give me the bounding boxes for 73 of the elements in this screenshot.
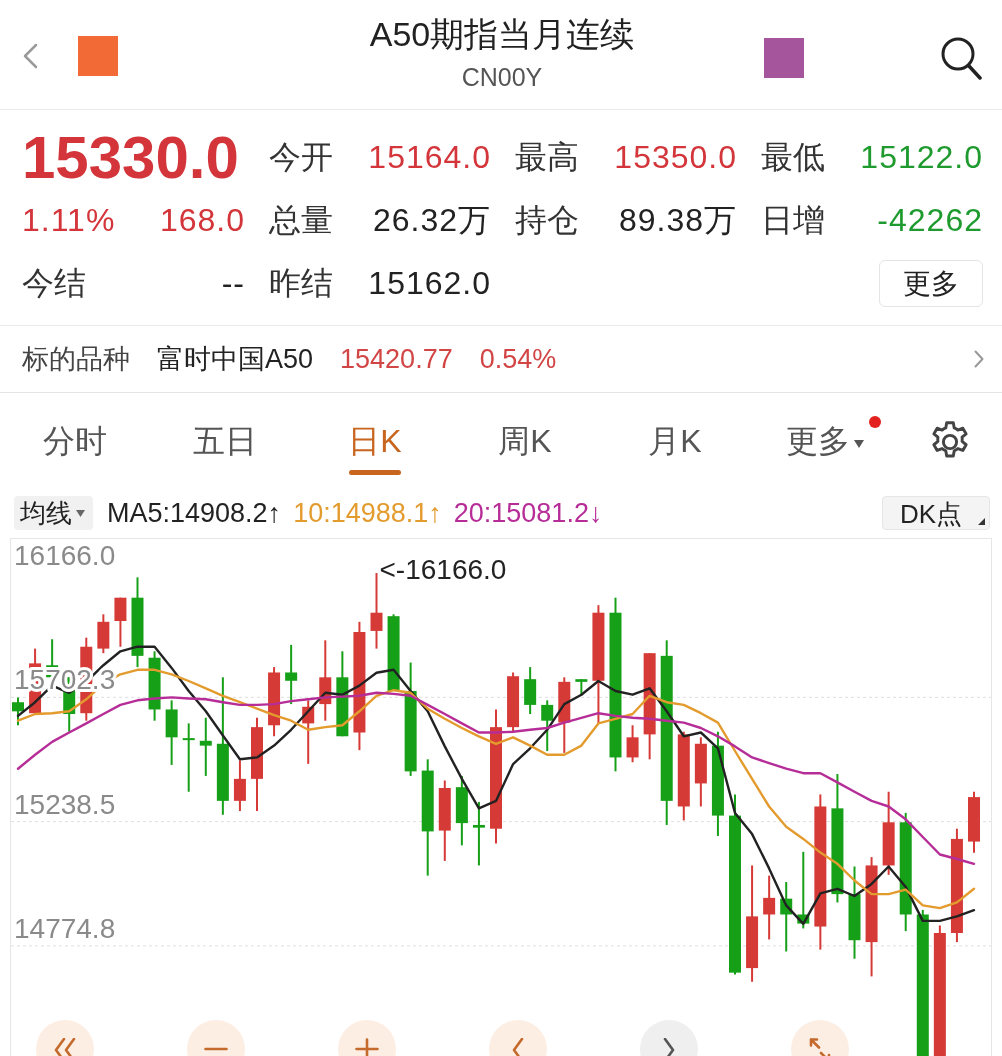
underlying-name: 富时中国A50	[157, 343, 314, 376]
candlestick	[780, 881, 793, 953]
candlestick	[575, 678, 588, 697]
stat-label: 持仓	[515, 200, 579, 240]
candlestick	[541, 699, 554, 752]
axis-label: 14774.8	[14, 912, 116, 944]
back-icon[interactable]	[22, 43, 38, 69]
period-tab[interactable]: 更多	[750, 393, 900, 490]
dk-button[interactable]: DK点	[882, 496, 990, 530]
underlying-price: 15420.77	[340, 343, 453, 375]
moving-average-legend: 20:15081.2↓	[453, 497, 603, 529]
stat-value: --	[221, 265, 245, 302]
minus-icon	[204, 1047, 228, 1051]
contract-code: CN00Y	[461, 62, 543, 92]
indicator-selector[interactable]: 均线	[14, 496, 93, 530]
candlestick	[233, 759, 246, 813]
period-tab[interactable]: 周K	[450, 393, 600, 490]
candlestick	[302, 699, 315, 765]
square-icon	[78, 36, 118, 76]
stat-label: 今开	[269, 137, 333, 177]
period-tab[interactable]: 五日	[150, 393, 300, 490]
candlestick	[97, 613, 110, 655]
axis-label: 15238.5	[14, 788, 116, 820]
more-button[interactable]: 更多	[879, 260, 983, 307]
candlestick	[285, 643, 298, 706]
candlestick	[763, 874, 776, 941]
stat-value: 89.38万	[618, 200, 737, 240]
search-icon[interactable]	[940, 36, 982, 80]
moving-average-legend: 10:14988.1↑	[293, 497, 442, 529]
change-percent: 1.11%	[22, 202, 116, 239]
candlestick	[12, 696, 24, 727]
stat-label: 昨结	[269, 263, 333, 303]
stat-value: 15350.0	[614, 139, 737, 176]
candlestick	[694, 736, 707, 808]
stat-value: 26.32万	[372, 200, 491, 240]
expand-arrows-icon	[808, 1038, 832, 1056]
stat-label: 今结	[22, 263, 86, 303]
change-amount: 168.0	[159, 202, 245, 239]
underlying-change: 0.54%	[479, 343, 557, 375]
candlestick	[182, 722, 195, 793]
candlestick	[114, 596, 127, 648]
candlestick	[524, 666, 537, 715]
stat-value: -42262	[877, 202, 983, 239]
high-price-marker: <-16166.0	[379, 554, 507, 586]
candlestick	[472, 800, 485, 867]
stat-label: 最高	[515, 137, 579, 177]
stat-value: 15162.0	[368, 265, 491, 302]
period-tab[interactable]: 月K	[600, 393, 750, 490]
last-price: 15330.0	[22, 126, 240, 189]
underlying-label: 标的品种	[22, 343, 130, 376]
double-chevron-left-icon	[53, 1038, 77, 1056]
axis-label: 16166.0	[14, 540, 116, 572]
page-title: A50期指当月连续	[369, 14, 635, 54]
plus-icon	[355, 1038, 379, 1056]
candlestick	[199, 716, 212, 777]
stat-label: 最低	[761, 137, 825, 177]
candlestick	[268, 666, 281, 738]
candlestick	[165, 699, 178, 766]
square-icon	[764, 38, 804, 78]
candlestick	[507, 671, 520, 733]
period-tab[interactable]: 分时	[0, 393, 150, 490]
candlestick	[968, 790, 980, 854]
caret-icon	[76, 509, 85, 517]
stat-value: 15164.0	[368, 139, 491, 176]
stat-value: 15122.0	[860, 139, 983, 176]
period-tab[interactable]: 日K	[300, 393, 450, 490]
stat-label: 日增	[761, 200, 825, 240]
corner-triangle-icon	[978, 518, 985, 525]
candlestick	[148, 650, 161, 722]
stat-label: 总量	[269, 200, 333, 240]
candlestick	[626, 724, 639, 764]
chevron-right-icon[interactable]	[974, 350, 984, 368]
moving-average-legend: MA5:14908.2↑	[107, 497, 282, 529]
